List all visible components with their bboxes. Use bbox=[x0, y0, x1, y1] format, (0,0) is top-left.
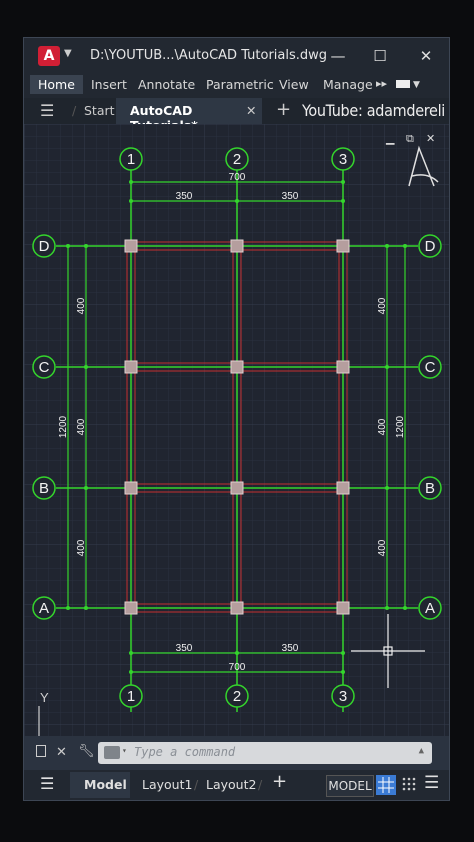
command-dropdown-icon[interactable]: ▾ bbox=[122, 746, 127, 755]
grid-bubble-right-A: A bbox=[425, 600, 435, 617]
grid-bubble-top-3: 3 bbox=[339, 151, 347, 168]
grid-bubble-right-C: C bbox=[425, 359, 436, 376]
new-tab-plus-icon[interactable]: + bbox=[276, 99, 291, 120]
grid-bubble-bottom-2: 2 bbox=[233, 688, 241, 705]
command-placeholder: Type a command bbox=[134, 745, 236, 759]
drawing-viewport[interactable]: ▁ ⧉ ✕ 700 350 350 350 350 700 1200 400 4… bbox=[24, 124, 450, 756]
dim-top-bay-1: 350 bbox=[176, 191, 193, 202]
viewport-close-icon[interactable]: ✕ bbox=[426, 133, 435, 145]
dim-bottom-total: 700 bbox=[229, 662, 246, 673]
viewport-restore-icon[interactable]: ⧉ bbox=[406, 133, 414, 145]
dim-bottom-bay-2: 350 bbox=[282, 643, 299, 654]
tab-divider-icon: / bbox=[72, 103, 77, 118]
dim-left-total: 1200 bbox=[58, 415, 69, 438]
command-line-controls: ✕ 🔧︎ bbox=[34, 744, 95, 763]
tab-start[interactable]: Start bbox=[84, 103, 115, 118]
dim-left-bay-3: 400 bbox=[76, 539, 87, 556]
maximize-icon[interactable]: ☐ bbox=[366, 44, 394, 68]
viewport-minimize-icon[interactable]: ▁ bbox=[385, 133, 395, 145]
ribbon-overflow-icon[interactable]: ▸▸ bbox=[376, 77, 387, 90]
autocad-logo-icon[interactable]: A bbox=[38, 46, 60, 66]
command-history-icon[interactable] bbox=[104, 746, 120, 759]
grid-bubble-left-A: A bbox=[39, 600, 49, 617]
ribbon-panel-toggle-icon[interactable] bbox=[396, 80, 410, 88]
dim-left-bay-2: 400 bbox=[76, 418, 87, 435]
tab-layout2[interactable]: Layout2 bbox=[206, 777, 256, 792]
ribbon-dropdown-icon[interactable]: ▼ bbox=[413, 80, 420, 90]
tab-insert[interactable]: Insert bbox=[91, 77, 127, 92]
model-space-button[interactable]: MODEL bbox=[326, 775, 374, 797]
tab-divider-icon: / bbox=[194, 777, 199, 792]
tab-divider-icon: / bbox=[258, 777, 263, 792]
grid-bubble-left-B: B bbox=[39, 480, 49, 497]
tab-annotate[interactable]: Annotate bbox=[138, 77, 195, 92]
dim-right-bay-2: 400 bbox=[377, 418, 388, 435]
ribbon-tabs: Home Insert Annotate Parametric View Man… bbox=[24, 74, 449, 98]
dim-top-total: 700 bbox=[229, 172, 246, 183]
customize-wrench-icon[interactable]: 🔧︎ bbox=[78, 744, 95, 759]
grid-bubble-right-D: D bbox=[425, 238, 436, 255]
autocad-window: A ▼ D:\YOUTUB...\AutoCAD Tutorials.dwg —… bbox=[23, 37, 450, 801]
ucs-square-icon bbox=[36, 745, 46, 757]
tab-layout1[interactable]: Layout1 bbox=[142, 777, 192, 792]
grid-bubble-left-D: D bbox=[39, 238, 50, 255]
grid-bubble-bottom-3: 3 bbox=[339, 688, 347, 705]
tab-model[interactable]: Model bbox=[70, 772, 130, 798]
tab-manage[interactable]: Manage bbox=[323, 77, 373, 92]
grid-bubble-right-B: B bbox=[425, 480, 435, 497]
window-title: D:\YOUTUB...\AutoCAD Tutorials.dwg bbox=[90, 48, 328, 63]
status-bar: ☰ Model Layout1 / Layout2 / + MODEL ☰ bbox=[24, 770, 449, 800]
tab-home[interactable]: Home bbox=[30, 75, 83, 94]
app-menu-caret-icon[interactable]: ▼ bbox=[64, 48, 72, 59]
snap-mode-icon[interactable] bbox=[400, 775, 418, 796]
customization-menu-icon[interactable]: ☰ bbox=[424, 773, 439, 793]
minimize-icon[interactable]: — bbox=[324, 44, 352, 68]
dim-top-bay-2: 350 bbox=[282, 191, 299, 202]
grid-bubble-bottom-1: 1 bbox=[127, 688, 135, 705]
grid-bubble-top-1: 1 bbox=[127, 151, 135, 168]
file-tabs: ☰ / Start AutoCAD Tutorials* ✕ + YouTube… bbox=[24, 98, 449, 133]
dim-bottom-bay-1: 350 bbox=[176, 643, 193, 654]
tab-model-label: Model bbox=[84, 777, 127, 792]
close-tab-icon[interactable]: ✕ bbox=[246, 103, 256, 118]
dim-right-bay-3: 400 bbox=[377, 539, 388, 556]
ucs-y-label: Y bbox=[40, 690, 49, 705]
command-input[interactable]: ▾ Type a command ▲ bbox=[98, 742, 432, 764]
grid-display-icon[interactable] bbox=[376, 775, 396, 795]
grid-bubble-left-C: C bbox=[39, 359, 50, 376]
dim-right-total: 1200 bbox=[395, 415, 406, 438]
drawing-canvas[interactable]: ▁ ⧉ ✕ 700 350 350 350 350 700 1200 400 4… bbox=[24, 124, 450, 756]
close-icon[interactable]: ✕ bbox=[412, 44, 440, 68]
tab-view[interactable]: View bbox=[279, 77, 309, 92]
dim-right-bay-1: 400 bbox=[377, 297, 388, 314]
watermark-text: YouTube: adamdereli bbox=[301, 101, 445, 120]
command-close-icon[interactable]: ✕ bbox=[56, 745, 67, 760]
grid-bubble-top-2: 2 bbox=[233, 151, 241, 168]
title-bar: A ▼ D:\YOUTUB...\AutoCAD Tutorials.dwg —… bbox=[24, 38, 449, 74]
dim-left-bay-1: 400 bbox=[76, 297, 87, 314]
tab-autocad-tutorials[interactable]: AutoCAD Tutorials* bbox=[116, 98, 262, 133]
layout-menu-icon[interactable]: ☰ bbox=[40, 774, 54, 793]
command-menu-caret-icon[interactable]: ▲ bbox=[419, 746, 424, 756]
add-layout-plus-icon[interactable]: + bbox=[272, 771, 287, 792]
hamburger-menu-icon[interactable]: ☰ bbox=[40, 101, 54, 120]
tab-parametric[interactable]: Parametric bbox=[206, 77, 274, 92]
